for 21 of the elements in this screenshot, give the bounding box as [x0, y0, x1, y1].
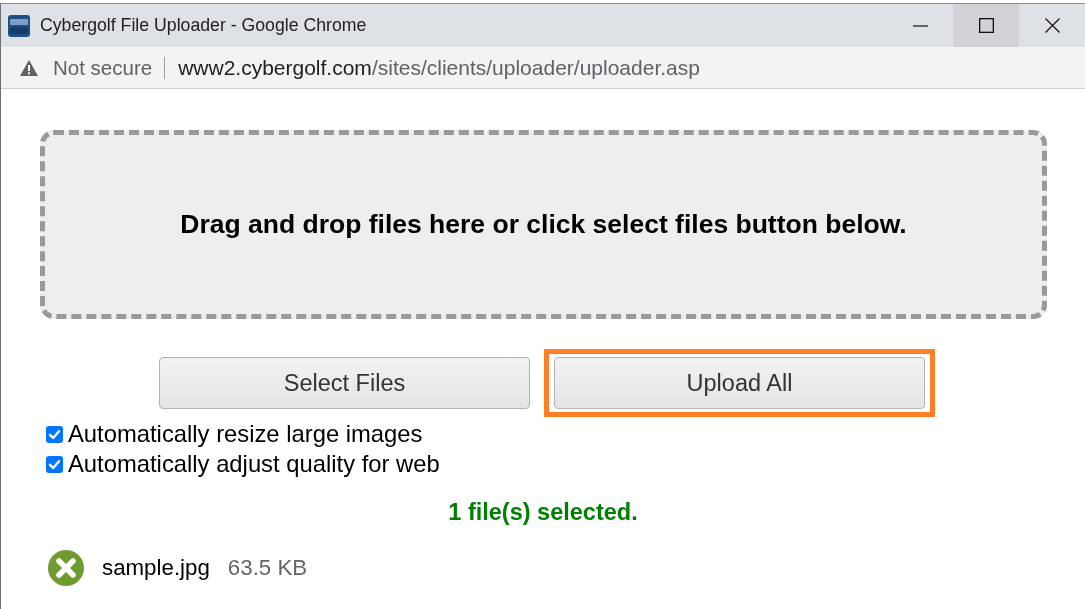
checkbox-label[interactable]: Automatically adjust quality for web	[68, 450, 440, 478]
close-icon	[1044, 18, 1060, 33]
upload-all-button[interactable]: Upload All	[554, 357, 925, 409]
checkbox-label[interactable]: Automatically resize large images	[68, 420, 423, 448]
security-label[interactable]: Not secure	[53, 55, 153, 80]
drop-zone[interactable]: Drag and drop files here or click select files button below.	[40, 130, 1047, 319]
checkbox[interactable]	[46, 455, 63, 473]
warning-icon	[20, 59, 38, 76]
select-files-button[interactable]: Select Files	[159, 357, 530, 409]
minimize-icon	[912, 24, 928, 27]
maximize-icon	[978, 18, 994, 33]
status-message: 1 file(s) selected.	[448, 499, 638, 526]
site-logo-icon	[8, 14, 30, 37]
url-text[interactable]: www2.cybergolf.com/sites/clients/uploader/uploader.asp	[178, 55, 700, 80]
window-title: Cybergolf File Uploader - Google Chrome	[40, 15, 367, 36]
remove-icon[interactable]	[48, 550, 84, 586]
file-name: sample.jpg	[102, 555, 210, 581]
file-size: 63.5 KB	[227, 555, 308, 581]
checkbox[interactable]	[46, 425, 63, 443]
drop-zone-text: Drag and drop files here or click select files button below.	[180, 209, 907, 240]
maximize-button[interactable]	[953, 4, 1019, 47]
